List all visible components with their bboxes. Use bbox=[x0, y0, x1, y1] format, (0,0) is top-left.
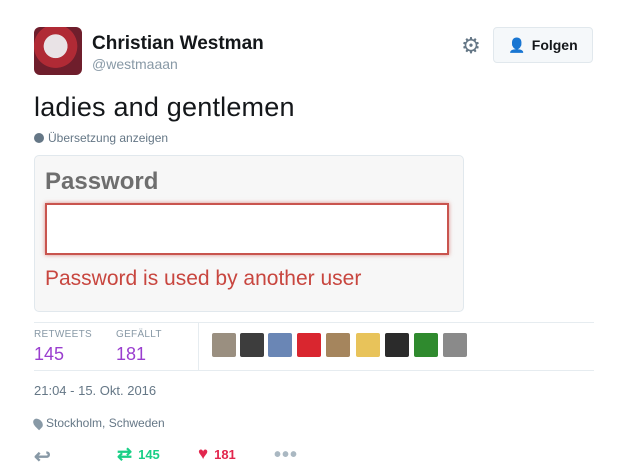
password-label: Password bbox=[45, 168, 159, 195]
retweet-icon: ⇄ bbox=[117, 444, 133, 464]
follow-button[interactable]: 👤 Folgen bbox=[493, 27, 593, 63]
translate-link[interactable]: Übersetzung anzeigen bbox=[34, 131, 168, 145]
likes-label: GEFÄLLT bbox=[116, 329, 162, 340]
retweets-label: RETWEETS bbox=[34, 329, 92, 340]
user-name[interactable]: Christian Westman bbox=[92, 33, 264, 55]
likes-count: 181 bbox=[116, 344, 147, 364]
more-icon: ••• bbox=[274, 444, 299, 466]
more-button[interactable]: ••• bbox=[274, 444, 298, 467]
follow-button-label: Folgen bbox=[531, 37, 578, 53]
retweet-count: 145 bbox=[138, 447, 160, 462]
retweets-count: 145 bbox=[34, 344, 65, 364]
location[interactable]: Stockholm, Schweden bbox=[31, 416, 165, 430]
liker-avatar[interactable] bbox=[240, 333, 264, 357]
password-error: Password is used by another user bbox=[45, 267, 362, 290]
like-button[interactable]: ♥ 181 bbox=[198, 444, 236, 464]
add-user-icon: 👤 bbox=[508, 36, 526, 53]
stats-separator bbox=[198, 322, 199, 370]
location-label: Stockholm, Schweden bbox=[46, 416, 165, 430]
translate-label: Übersetzung anzeigen bbox=[48, 131, 169, 145]
avatar[interactable] bbox=[34, 27, 82, 75]
retweet-button[interactable]: ⇄ 145 bbox=[117, 444, 160, 465]
liker-avatar[interactable] bbox=[385, 333, 409, 357]
divider bbox=[34, 370, 594, 371]
reply-icon: ↩ bbox=[34, 446, 51, 468]
location-pin-icon bbox=[31, 416, 45, 430]
liker-avatar[interactable] bbox=[297, 333, 321, 357]
liker-avatar[interactable] bbox=[356, 333, 380, 357]
tweet-text: ladies and gentlemen bbox=[34, 92, 295, 122]
likes-stat[interactable]: GEFÄLLT 181 bbox=[116, 329, 162, 365]
reply-button[interactable]: ↩ bbox=[34, 444, 51, 469]
retweets-stat[interactable]: RETWEETS 145 bbox=[34, 329, 92, 365]
gear-icon[interactable]: ⚙ bbox=[460, 35, 482, 57]
liker-avatar[interactable] bbox=[268, 333, 292, 357]
liker-avatar[interactable] bbox=[212, 333, 236, 357]
user-handle[interactable]: @westmaaan bbox=[92, 56, 178, 72]
liker-avatar[interactable] bbox=[414, 333, 438, 357]
like-count: 181 bbox=[214, 446, 236, 462]
timestamp[interactable]: 21:04 - 15. Okt. 2016 bbox=[34, 383, 156, 398]
liker-avatar[interactable] bbox=[326, 333, 350, 357]
heart-icon: ♥ bbox=[198, 444, 209, 463]
globe-icon bbox=[34, 133, 44, 143]
liker-avatar[interactable] bbox=[443, 333, 467, 357]
password-field bbox=[45, 203, 449, 255]
divider bbox=[34, 322, 594, 323]
tweet-image[interactable]: Password Password is used by another use… bbox=[34, 155, 464, 312]
